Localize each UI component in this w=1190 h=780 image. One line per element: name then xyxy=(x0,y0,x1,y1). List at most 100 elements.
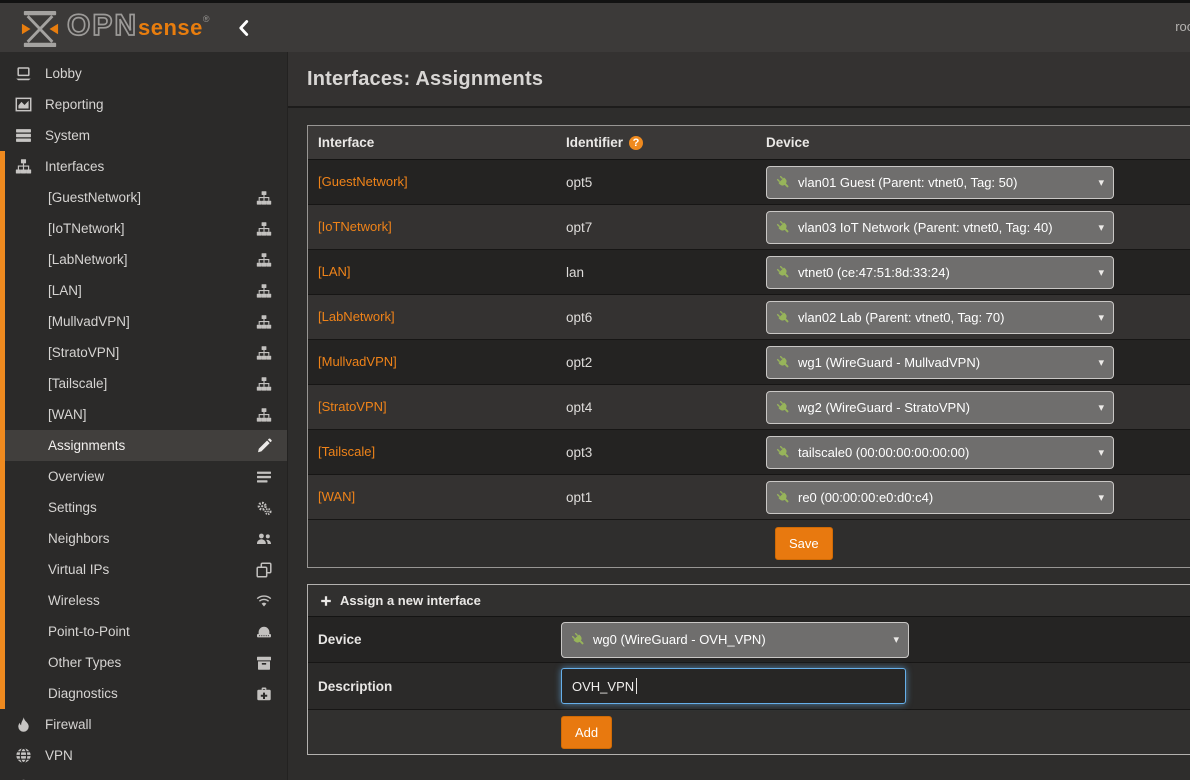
description-input-value: OVH_VPN xyxy=(572,679,634,694)
sidebar-item-label: Reporting xyxy=(45,97,104,112)
add-button[interactable]: Add xyxy=(561,716,612,749)
sidebar-item[interactable]: Firewall xyxy=(0,709,287,740)
user-menu[interactable]: roo xyxy=(1175,19,1190,34)
save-button[interactable]: Save xyxy=(775,527,833,560)
sidebar-item[interactable]: System xyxy=(0,120,287,151)
sidebar-item[interactable]: Reporting xyxy=(0,89,287,120)
sidebar-item-label: Interfaces xyxy=(45,159,104,174)
sidebar-subitem[interactable]: [GuestNetwork] xyxy=(5,182,287,213)
identifier-value: lan xyxy=(556,265,756,280)
sidebar-subitem-icon xyxy=(256,624,272,640)
interface-link[interactable]: [LAN] xyxy=(318,264,351,279)
sidebar-subitem-icon xyxy=(256,314,272,330)
plug-icon xyxy=(776,400,791,415)
sidebar-item-label: VPN xyxy=(45,748,73,763)
device-select[interactable]: vlan01 Guest (Parent: vtnet0, Tag: 50) ▾ xyxy=(766,166,1114,199)
interface-link[interactable]: [GuestNetwork] xyxy=(318,174,408,189)
help-icon[interactable]: ? xyxy=(629,136,643,150)
sidebar-subitem[interactable]: [LAN] xyxy=(5,275,287,306)
plus-icon xyxy=(320,595,332,607)
interface-link[interactable]: [Tailscale] xyxy=(318,444,375,459)
plug-icon xyxy=(571,632,586,647)
sidebar-subitem-label: Diagnostics xyxy=(48,686,256,701)
sidebar-subitem-icon xyxy=(256,562,272,578)
sidebar-subitem[interactable]: [MullvadVPN] xyxy=(5,306,287,337)
sidebar-bottom-items: Firewall VPN Services xyxy=(0,709,287,780)
plug-icon xyxy=(776,445,791,460)
sidebar-item-icon xyxy=(15,65,32,82)
interface-link[interactable]: [MullvadVPN] xyxy=(318,354,397,369)
sidebar-subitem[interactable]: Point-to-Point xyxy=(5,616,287,647)
sidebar-item-icon xyxy=(15,716,32,733)
sidebar-subitem[interactable]: Overview xyxy=(5,461,287,492)
sidebar-item-interfaces[interactable]: Interfaces xyxy=(5,151,287,182)
sidebar-subitem-label: Wireless xyxy=(48,593,256,608)
sidebar-subitem[interactable]: Settings xyxy=(5,492,287,523)
sidebar-item[interactable]: Services xyxy=(0,771,287,780)
sidebar-subitem-label: Assignments xyxy=(48,438,256,453)
table-row: [Tailscale] opt3 tailscale0 (00:00:00:00… xyxy=(308,430,1190,475)
device-select[interactable]: re0 (00:00:00:e0:d0:c4) ▾ xyxy=(766,481,1114,514)
interface-link[interactable]: [LabNetwork] xyxy=(318,309,395,324)
caret-down-icon: ▾ xyxy=(1090,491,1104,504)
sidebar-subitem-label: [LabNetwork] xyxy=(48,252,256,267)
sidebar-subitem-label: Overview xyxy=(48,469,256,484)
sidebar-subitem[interactable]: Diagnostics xyxy=(5,678,287,709)
device-select[interactable]: vlan03 IoT Network (Parent: vtnet0, Tag:… xyxy=(766,211,1114,244)
device-select-value: wg2 (WireGuard - StratoVPN) xyxy=(798,400,970,415)
caret-down-icon: ▾ xyxy=(1090,356,1104,369)
device-select[interactable]: vtnet0 (ce:47:51:8d:33:24) ▾ xyxy=(766,256,1114,289)
caret-down-icon: ▾ xyxy=(1090,446,1104,459)
plug-icon xyxy=(776,490,791,505)
table-row: [IoTNetwork] opt7 vlan03 IoT Network (Pa… xyxy=(308,205,1190,250)
sidebar-subitem-label: [StratoVPN] xyxy=(48,345,256,360)
sidebar-item[interactable]: VPN xyxy=(0,740,287,771)
brand-opn: OPN xyxy=(67,8,138,44)
opnsense-logo[interactable]: OPNsense® xyxy=(20,8,210,48)
sidebar-subitem[interactable]: Other Types xyxy=(5,647,287,678)
identifier-value: opt1 xyxy=(556,490,756,505)
new-device-select[interactable]: wg0 (WireGuard - OVH_VPN) ▾ xyxy=(561,622,909,658)
sidebar-subitem[interactable]: Wireless xyxy=(5,585,287,616)
interface-link[interactable]: [StratoVPN] xyxy=(318,399,387,414)
sidebar-item-icon xyxy=(15,127,32,144)
sidebar-subitem[interactable]: [LabNetwork] xyxy=(5,244,287,275)
column-header-identifier: Identifier ? xyxy=(556,135,756,150)
sidebar-subitem[interactable]: [Tailscale] xyxy=(5,368,287,399)
sidebar-subitem[interactable]: [IoTNetwork] xyxy=(5,213,287,244)
plug-icon xyxy=(776,265,791,280)
table-body: [GuestNetwork] opt5 vlan01 Guest (Parent… xyxy=(308,160,1190,520)
sidebar-item[interactable]: Lobby xyxy=(0,58,287,89)
brand-registered: ® xyxy=(203,14,210,24)
device-select[interactable]: vlan02 Lab (Parent: vtnet0, Tag: 70) ▾ xyxy=(766,301,1114,334)
sidebar-subitem[interactable]: [WAN] xyxy=(5,399,287,430)
panel-header[interactable]: Assign a new interface xyxy=(308,585,1190,617)
table-row: [MullvadVPN] opt2 wg1 (WireGuard - Mullv… xyxy=(308,340,1190,385)
column-header-device: Device xyxy=(756,135,1190,150)
sidebar-subitem[interactable]: Assignments xyxy=(5,430,287,461)
device-select-value: re0 (00:00:00:e0:d0:c4) xyxy=(798,490,933,505)
device-select[interactable]: wg1 (WireGuard - MullvadVPN) ▾ xyxy=(766,346,1114,379)
sidebar-subitem[interactable]: [StratoVPN] xyxy=(5,337,287,368)
sidebar-subitem[interactable]: Neighbors xyxy=(5,523,287,554)
sidebar-subitem-label: Other Types xyxy=(48,655,256,670)
sidebar-group-interfaces: Interfaces [GuestNetwork] [IoTNetwork] [… xyxy=(0,151,287,709)
sidebar-item-icon xyxy=(15,96,32,113)
sidebar-subitem[interactable]: Virtual IPs xyxy=(5,554,287,585)
sidebar-subitem-label: Neighbors xyxy=(48,531,256,546)
device-select[interactable]: wg2 (WireGuard - StratoVPN) ▾ xyxy=(766,391,1114,424)
identifier-value: opt7 xyxy=(556,220,756,235)
column-header-interface: Interface xyxy=(308,135,556,150)
device-select[interactable]: tailscale0 (00:00:00:00:00:00) ▾ xyxy=(766,436,1114,469)
app-header: OPNsense® roo xyxy=(0,3,1190,52)
description-input[interactable]: OVH_VPN xyxy=(561,668,906,704)
sidebar-collapse-button[interactable] xyxy=(237,19,250,37)
interface-link[interactable]: [WAN] xyxy=(318,489,355,504)
table-row: [LAN] lan vtnet0 (ce:47:51:8d:33:24) ▾ xyxy=(308,250,1190,295)
interface-link[interactable]: [IoTNetwork] xyxy=(318,219,392,234)
sidebar-subitem-label: [LAN] xyxy=(48,283,256,298)
plug-icon xyxy=(776,355,791,370)
sidebar-item-icon xyxy=(15,747,32,764)
caret-down-icon: ▾ xyxy=(1090,401,1104,414)
sidebar-subitem-label: [IoTNetwork] xyxy=(48,221,256,236)
